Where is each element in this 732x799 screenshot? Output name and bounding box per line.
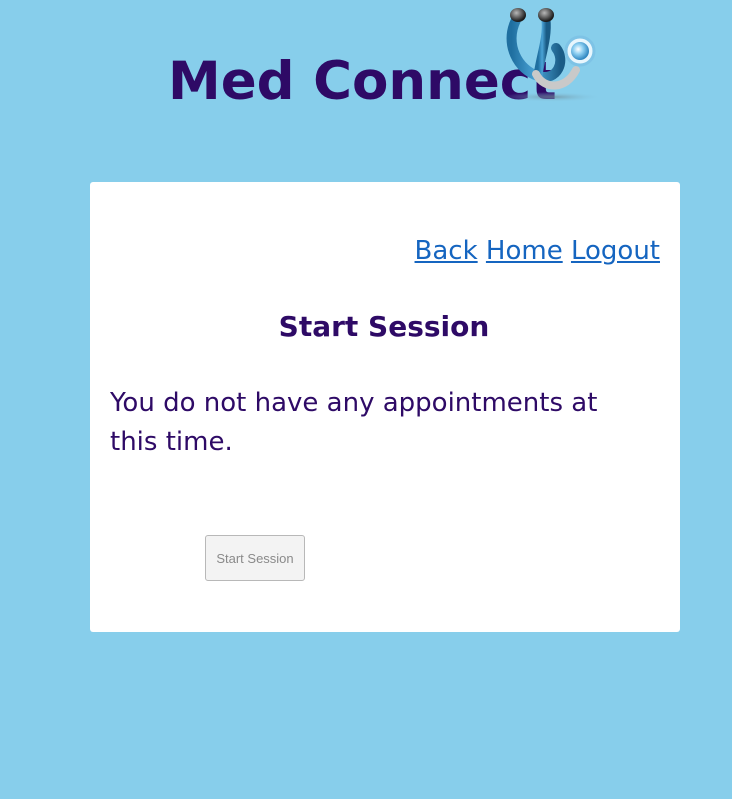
header: Med Connect bbox=[0, 0, 732, 130]
page-title: Start Session bbox=[278, 310, 490, 343]
logout-link[interactable]: Logout bbox=[571, 236, 660, 266]
back-link[interactable]: Back bbox=[415, 236, 478, 266]
session-card: Back Home Logout Start Session You do no… bbox=[90, 182, 680, 632]
no-appointments-message: You do not have any appointments at this… bbox=[110, 388, 598, 457]
start-session-button[interactable]: Start Session bbox=[205, 535, 305, 581]
stethoscope-icon bbox=[496, 4, 604, 104]
home-link[interactable]: Home bbox=[486, 236, 563, 266]
nav-links: Back Home Logout bbox=[415, 234, 660, 268]
